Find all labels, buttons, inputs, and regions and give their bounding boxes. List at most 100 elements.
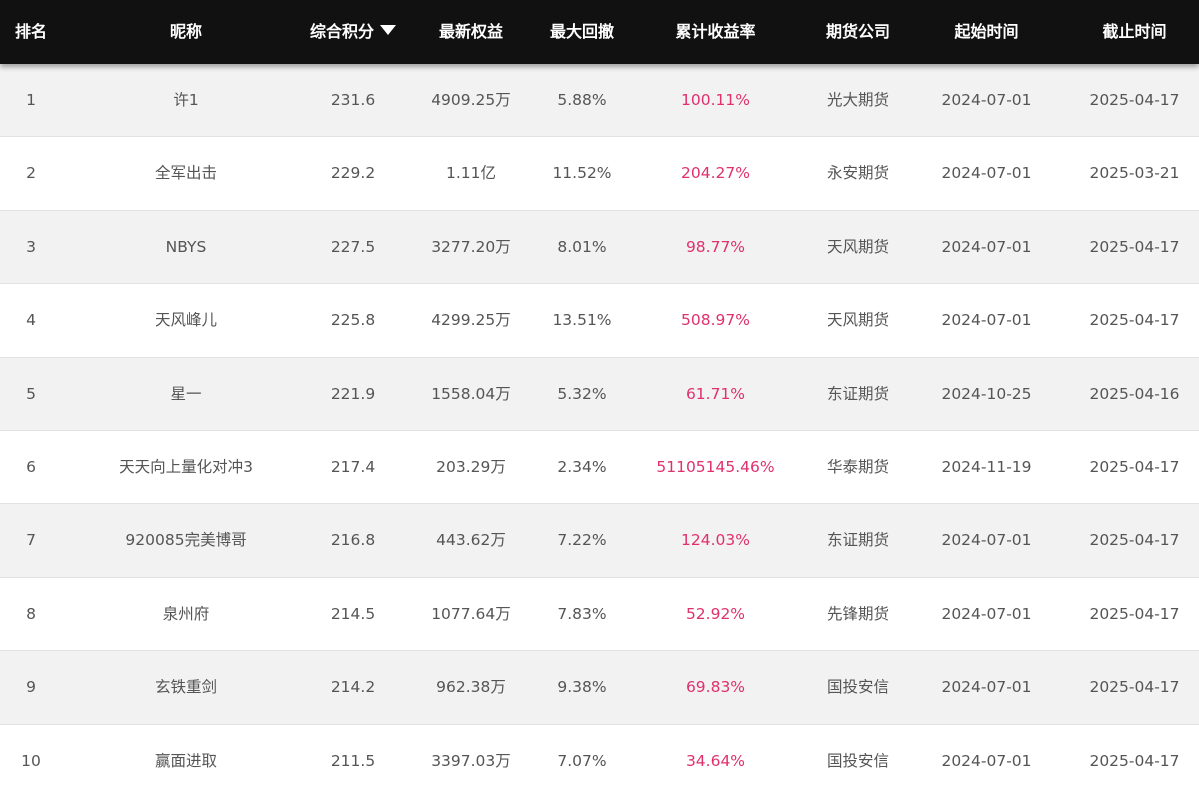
cell-end: 2025-04-17 [1089, 678, 1180, 697]
cell-name: NBYS [165, 237, 207, 256]
table-row: 8 泉州府 214.5 1077.64万 7.83% 52.92% 先锋期货 2… [0, 577, 1199, 652]
cell-rank: 6 [26, 457, 36, 476]
cell-name: 全军出击 [154, 164, 217, 183]
cell-end: 2025-04-17 [1089, 751, 1180, 770]
header-score-label: 综合积分 [310, 22, 375, 41]
cell-return: 34.64% [685, 751, 746, 770]
cell-name: 天天向上量化对冲3 [119, 457, 253, 476]
header-score-sortable[interactable]: 综合积分 [310, 0, 397, 64]
cell-company: 天风期货 [826, 237, 889, 256]
cell-name: 天风峰儿 [154, 311, 217, 330]
table-row: 5 星一 221.9 1558.04万 5.32% 61.71% 东证期货 20… [0, 357, 1199, 431]
cell-rank: 10 [21, 751, 41, 770]
table-header: 排名 昵称 综合积分 最新权益 最大回撤 累计收益率 期货公司 起始时间 截止时… [0, 0, 1199, 64]
cell-score: 214.2 [330, 678, 376, 697]
cell-return: 124.03% [681, 531, 750, 550]
cell-equity: 443.62万 [436, 531, 506, 550]
table-row: 6 天天向上量化对冲3 217.4 203.29万 2.34% 51105145… [0, 430, 1199, 505]
table-row: 1 许1 231.6 4909.25万 5.88% 100.11% 光大期货 2… [0, 64, 1199, 138]
cell-drawdown: 9.38% [557, 678, 607, 697]
cell-drawdown: 7.07% [557, 751, 607, 770]
cell-start: 2024-07-01 [941, 531, 1032, 550]
cell-equity: 4909.25万 [431, 91, 511, 109]
cell-company: 东证期货 [826, 384, 889, 403]
cell-rank: 7 [26, 531, 36, 550]
cell-score: 217.4 [330, 457, 376, 476]
cell-drawdown: 7.22% [557, 531, 607, 550]
cell-drawdown: 5.32% [557, 384, 607, 403]
cell-drawdown: 11.52% [552, 164, 612, 183]
cell-name: 920085完美博哥 [125, 531, 247, 550]
header-name: 昵称 [169, 22, 202, 41]
cell-return: 51105145.46% [656, 457, 775, 476]
cell-start: 2024-07-01 [941, 91, 1032, 109]
cell-end: 2025-04-17 [1089, 604, 1180, 623]
cell-end: 2025-04-17 [1089, 311, 1180, 330]
cell-start: 2024-07-01 [941, 751, 1032, 770]
cell-equity: 203.29万 [436, 457, 506, 476]
cell-name: 星一 [170, 384, 202, 403]
cell-rank: 3 [26, 237, 36, 256]
cell-return: 52.92% [685, 604, 746, 623]
cell-score: 221.9 [330, 384, 376, 403]
cell-end: 2025-03-21 [1089, 164, 1180, 183]
cell-rank: 1 [26, 91, 36, 109]
cell-start: 2024-07-01 [941, 678, 1032, 697]
cell-equity: 1077.64万 [431, 604, 511, 623]
cell-drawdown: 7.83% [557, 604, 607, 623]
cell-name: 玄铁重剑 [154, 678, 217, 697]
cell-start: 2024-10-25 [941, 384, 1032, 403]
cell-return: 100.11% [681, 91, 750, 109]
table-row: 9 玄铁重剑 214.2 962.38万 9.38% 69.83% 国投安信 2… [0, 651, 1199, 725]
cell-start: 2024-07-01 [941, 311, 1032, 330]
table-row: 3 NBYS 227.5 3277.20万 8.01% 98.77% 天风期货 … [0, 210, 1199, 285]
ranking-table: 排名 昵称 综合积分 最新权益 最大回撤 累计收益率 期货公司 起始时间 截止时… [0, 0, 1199, 794]
cell-rank: 9 [26, 678, 36, 697]
cell-drawdown: 8.01% [557, 237, 607, 256]
cell-name: 许1 [173, 91, 199, 109]
header-end: 截止时间 [1102, 22, 1167, 41]
sort-down-icon[interactable] [380, 25, 397, 35]
cell-equity: 1558.04万 [431, 384, 511, 403]
cell-equity: 3397.03万 [431, 751, 511, 770]
cell-company: 永安期货 [826, 164, 889, 183]
header-drawdown: 最大回撤 [549, 22, 614, 41]
cell-drawdown: 2.34% [557, 457, 607, 476]
cell-score: 229.2 [330, 164, 376, 183]
header-company: 期货公司 [825, 22, 890, 41]
cell-name: 泉州府 [162, 604, 210, 623]
cell-drawdown: 13.51% [552, 311, 612, 330]
cell-return: 98.77% [685, 237, 746, 256]
cell-start: 2024-07-01 [941, 604, 1032, 623]
cell-company: 天风期货 [826, 311, 889, 330]
cell-return: 204.27% [681, 164, 750, 183]
header-rank: 排名 [14, 22, 47, 41]
cell-company: 华泰期货 [826, 457, 889, 476]
cell-end: 2025-04-17 [1089, 457, 1180, 476]
cell-score: 225.8 [330, 311, 376, 330]
cell-equity: 3277.20万 [431, 237, 511, 256]
cell-company: 光大期货 [826, 91, 889, 109]
cell-score: 214.5 [330, 604, 376, 623]
cell-start: 2024-07-01 [941, 237, 1032, 256]
cell-end: 2025-04-17 [1089, 91, 1180, 109]
cell-equity: 962.38万 [436, 678, 506, 697]
table-row: 7 920085完美博哥 216.8 443.62万 7.22% 124.03%… [0, 504, 1199, 578]
table-row: 4 天风峰儿 225.8 4299.25万 13.51% 508.97% 天风期… [0, 284, 1199, 358]
cell-equity: 1.11亿 [445, 164, 496, 183]
cell-end: 2025-04-17 [1089, 237, 1180, 256]
cell-company: 东证期货 [826, 531, 889, 550]
cell-company: 国投安信 [826, 678, 889, 697]
cell-end: 2025-04-16 [1089, 384, 1180, 403]
cell-name: 赢面进取 [154, 751, 217, 770]
cell-rank: 5 [26, 384, 36, 403]
cell-company: 国投安信 [826, 751, 889, 770]
cell-end: 2025-04-17 [1089, 531, 1180, 550]
cell-return: 508.97% [681, 311, 750, 330]
cell-start: 2024-11-19 [941, 457, 1032, 476]
table-row: 10 赢面进取 211.5 3397.03万 7.07% 34.64% 国投安信… [0, 724, 1199, 794]
cell-rank: 4 [26, 311, 36, 330]
cell-drawdown: 5.88% [557, 91, 607, 109]
header-equity: 最新权益 [438, 22, 503, 41]
cell-score: 231.6 [330, 91, 376, 109]
